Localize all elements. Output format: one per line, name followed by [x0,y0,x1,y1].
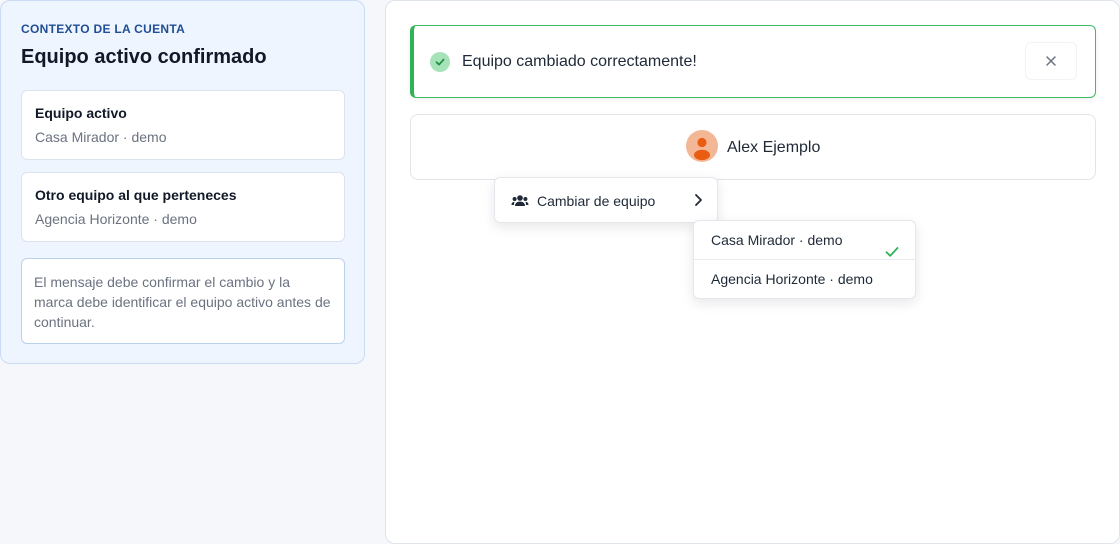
users-icon [511,193,529,214]
team-option-agencia-horizonte[interactable]: Agencia Horizonte · demo [694,260,915,299]
main-panel: Equipo cambiado correctamente! Alex Ejem… [385,0,1120,544]
toast-close-button[interactable] [1025,42,1077,80]
team-submenu: Casa Mirador · demo Agencia Horizonte · … [693,220,916,299]
active-team-card-title: Equipo activo [35,105,127,121]
team-option-label: Casa Mirador · demo [711,232,843,248]
instruction-note-text: El mensaje debe confirmar el cambio y la… [34,274,331,330]
chevron-right-icon [693,193,703,212]
other-team-card-value: Agencia Horizonte · demo [35,211,197,227]
other-team-card: Otro equipo al que perteneces Agencia Ho… [21,172,345,242]
team-option-casa-mirador[interactable]: Casa Mirador · demo [694,221,915,260]
close-icon [1046,54,1056,69]
context-title: Equipo activo confirmado [21,46,267,68]
instruction-note: El mensaje debe confirmar el cambio y la… [21,258,345,344]
team-option-label: Agencia Horizonte · demo [711,271,873,287]
user-name: Alex Ejemplo [727,139,821,156]
account-context-panel: CONTEXTO DE LA CUENTA Equipo activo conf… [0,0,365,364]
other-team-card-title: Otro equipo al que perteneces [35,187,237,203]
active-team-card: Equipo activo Casa Mirador · demo [21,90,345,160]
toast-message: Equipo cambiado correctamente! [462,53,697,70]
success-toast: Equipo cambiado correctamente! [410,25,1096,98]
switch-team-label: Cambiar de equipo [537,193,656,209]
active-team-card-value: Casa Mirador · demo [35,129,167,145]
context-eyebrow: CONTEXTO DE LA CUENTA [21,22,186,36]
user-avatar-icon [686,130,718,162]
check-circle-icon [430,52,450,72]
switch-team-menu-item[interactable]: Cambiar de equipo [494,177,718,223]
user-menu-trigger[interactable]: Alex Ejemplo [410,114,1096,180]
